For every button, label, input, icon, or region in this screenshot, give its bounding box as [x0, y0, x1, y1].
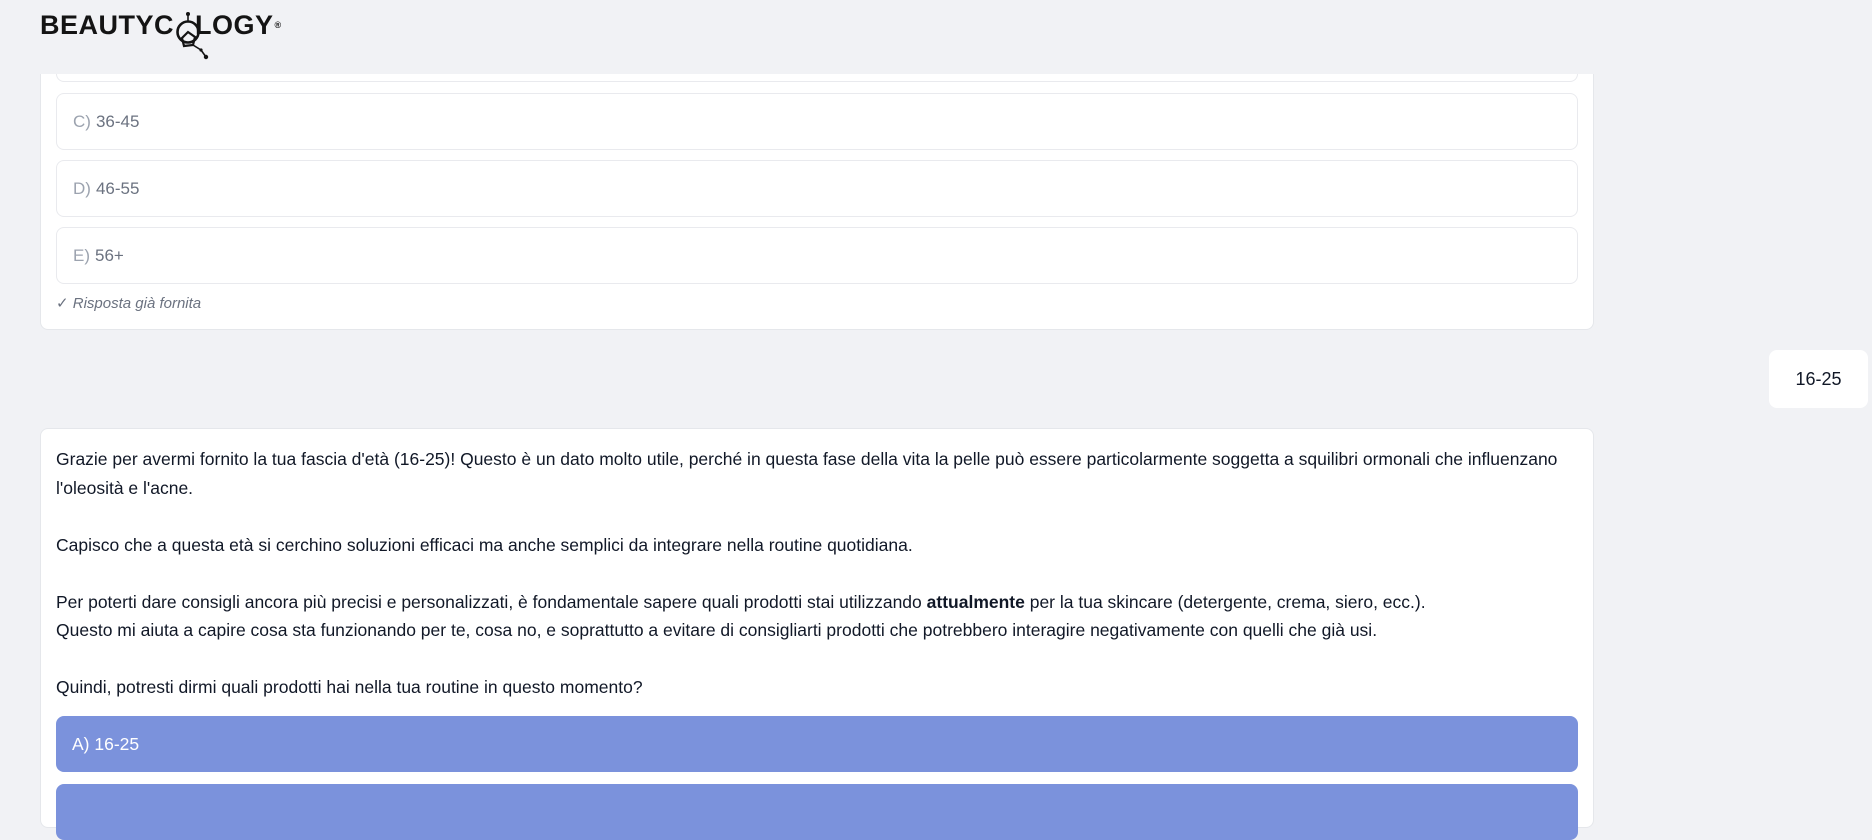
emphasis-text: attualmente	[926, 591, 1025, 612]
option-value: 36-45	[95, 111, 140, 131]
beautycology-logo[interactable]: BEAUTYC LOGY®	[40, 10, 282, 60]
answered-note: ✓ Risposta già fornita	[56, 295, 202, 312]
choice-a-button[interactable]: A) 16-25	[56, 716, 1578, 772]
choice-b-button[interactable]	[56, 784, 1578, 840]
option-d[interactable]: D) 46-55	[56, 160, 1578, 217]
option-c[interactable]: C) 36-45	[56, 93, 1578, 150]
message-paragraph: Quindi, potresti dirmi quali prodotti ha…	[56, 677, 643, 697]
user-message-bubble: 16-25	[1769, 350, 1868, 408]
option-value: 46-55	[95, 178, 140, 198]
message-paragraph: Per poterti dare consigli ancora più pre…	[56, 591, 1426, 612]
option-letter: D)	[73, 178, 91, 198]
header: BEAUTYC LOGY®	[0, 0, 1872, 74]
option-value: 56+	[95, 245, 124, 265]
molecule-icon	[176, 12, 209, 60]
previous-question-card: C) 36-45 D) 46-55 E) 56+ ✓ Risposta già …	[40, 60, 1594, 330]
assistant-message-card: Grazie per avermi fornito la tua fascia …	[40, 428, 1594, 840]
option-letter: C)	[73, 111, 91, 131]
option-letter: E)	[73, 245, 90, 265]
assistant-message-text: Grazie per avermi fornito la tua fascia …	[56, 445, 1576, 730]
logo-text: BEAUTYC LOGY®	[40, 10, 282, 40]
option-e[interactable]: E) 56+	[56, 227, 1578, 284]
message-paragraph: Capisco che a questa età si cerchino sol…	[56, 534, 913, 555]
message-paragraph: Questo mi aiuta a capire cosa sta funzio…	[56, 620, 1378, 640]
message-paragraph: Grazie per avermi fornito la tua fascia …	[56, 449, 1558, 498]
